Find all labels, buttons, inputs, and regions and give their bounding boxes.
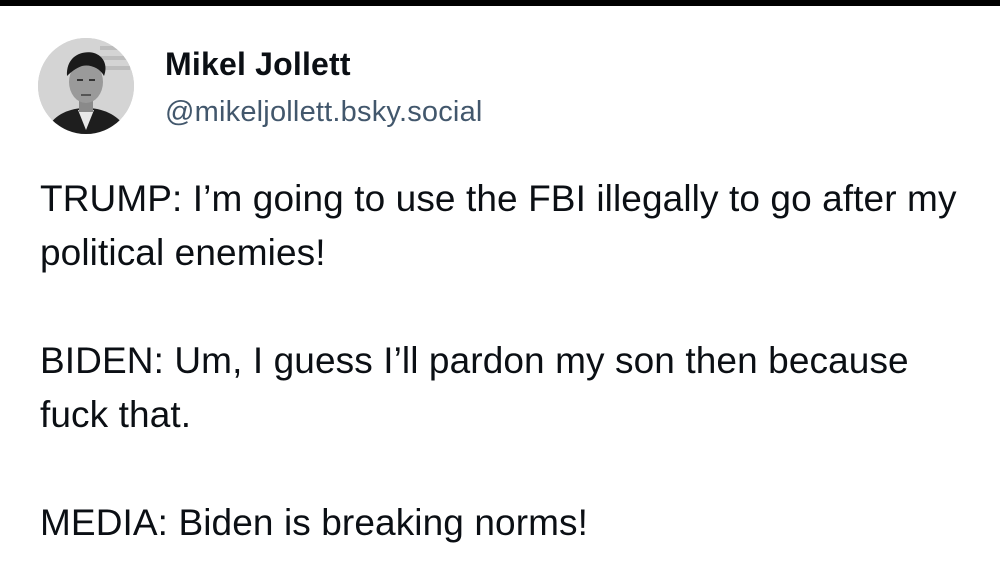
avatar[interactable] [38,38,134,134]
author-info: Mikel Jollett @mikeljollett.bsky.social [165,44,483,130]
post-paragraph-media: MEDIA: Biden is breaking norms! [40,502,589,543]
post-text: TRUMP: I’m going to use the FBI illegall… [40,172,980,550]
author-handle[interactable]: @mikeljollett.bsky.social [165,94,483,130]
post-paragraph-biden: BIDEN: Um, I guess I’ll pardon my son th… [40,340,909,435]
profile-photo-avatar [38,38,134,134]
author-display-name[interactable]: Mikel Jollett [165,44,483,84]
post-card: Mikel Jollett @mikeljollett.bsky.social … [0,0,1000,574]
post-paragraph-trump: TRUMP: I’m going to use the FBI illegall… [40,178,957,273]
